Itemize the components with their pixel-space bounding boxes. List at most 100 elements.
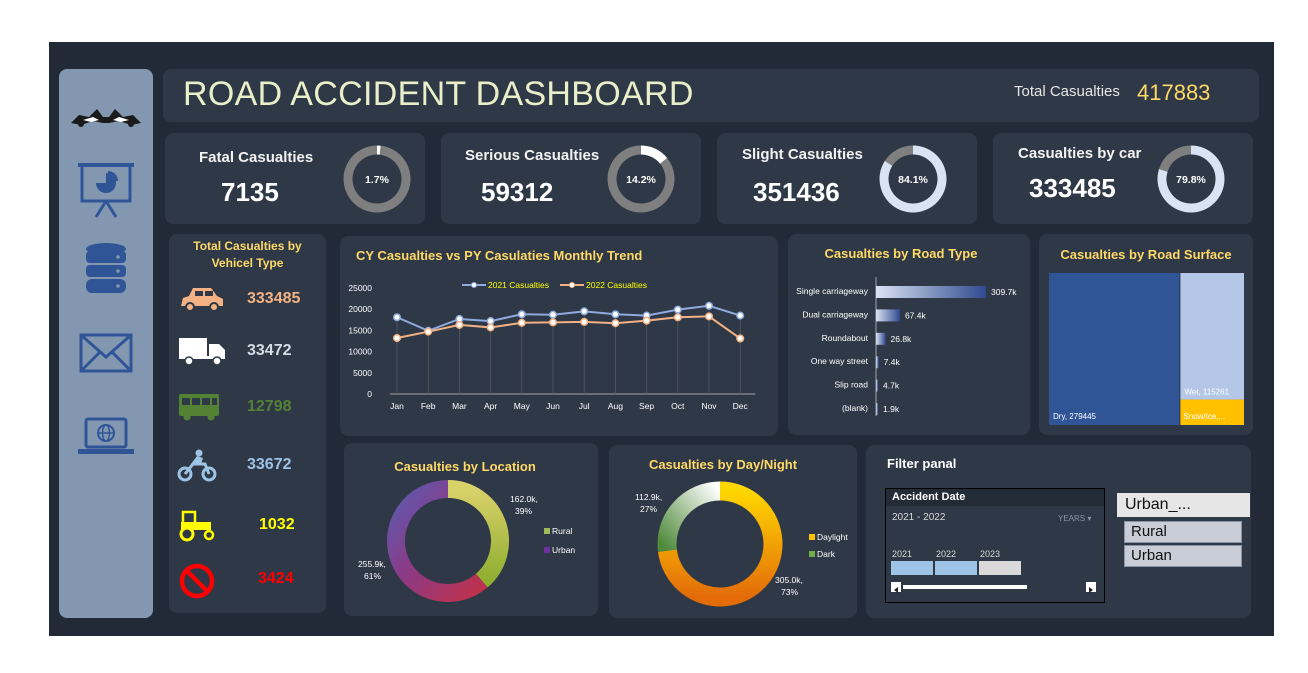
timeline-year-bar-2023[interactable] — [979, 561, 1021, 575]
vehicle-row-car: 333485 — [169, 280, 326, 320]
x-tick-label: May — [514, 401, 531, 411]
vehicle-value: 333485 — [247, 290, 301, 307]
slice-label: 61% — [364, 571, 381, 581]
kpi-donut-label: 14.2% — [626, 174, 656, 186]
road-surface-card: Casualties by Road Surface Dry, 279445 We… — [1039, 234, 1253, 435]
donut-slice-dark — [657, 481, 721, 552]
vehicle-value: 3424 — [258, 570, 294, 587]
kpi-donut: 1.7% — [343, 145, 411, 213]
slice-label: 27% — [640, 504, 657, 514]
kpi-serious-card: Serious Casualties 59312 14.2% — [441, 133, 701, 224]
treemap-cell-dry — [1049, 273, 1180, 425]
data-point — [611, 319, 620, 328]
data-point — [673, 305, 682, 314]
y-tick-label: 25000 — [348, 283, 372, 293]
bar-value-label: 7.4k — [884, 357, 901, 367]
slicer-item-rural[interactable]: Rural — [1124, 521, 1242, 543]
category-label: One way street — [811, 356, 869, 366]
data-point — [392, 313, 402, 322]
page-title: ROAD ACCIDENT DASHBOARD — [183, 75, 694, 113]
x-tick-label: Aug — [608, 401, 623, 411]
kpi-car-card: Casualties by car 333485 79.8% — [993, 133, 1253, 224]
data-point — [548, 310, 558, 319]
x-tick-label: Apr — [484, 401, 497, 411]
bus-icon — [179, 394, 219, 421]
car-icon — [181, 288, 223, 312]
kpi-fatal-card: Fatal Casualties 7135 1.7% — [165, 133, 425, 224]
legend-swatch-dark — [809, 551, 815, 557]
legend-label: Daylight — [817, 532, 848, 542]
kpi-value: 351436 — [753, 177, 840, 207]
x-tick-label: Mar — [452, 401, 467, 411]
database-icon[interactable] — [74, 241, 138, 299]
total-casualties-label: Total Casualties — [1014, 83, 1120, 100]
total-casualties-value: 417883 — [1137, 80, 1211, 105]
kpi-donut: 14.2% — [607, 145, 675, 213]
vehicle-value: 12798 — [247, 398, 292, 415]
timeline-unit: YEARS — [1058, 514, 1086, 523]
kpi-label: Casualties by car — [1018, 145, 1142, 162]
data-point — [517, 318, 526, 327]
scroll-left-button[interactable] — [891, 582, 901, 593]
kpi-donut-share — [640, 145, 668, 164]
legend-label: Urban — [552, 545, 575, 555]
bar — [876, 286, 986, 298]
timeline-unit-dropdown[interactable]: YEARS ▾ — [1058, 514, 1091, 523]
kpi-donut: 79.8% — [1157, 145, 1225, 213]
category-label: Roundabout — [822, 333, 869, 343]
donut-slice-rural — [447, 480, 509, 588]
kpi-label: Serious Casualties — [465, 147, 600, 164]
data-point — [548, 318, 558, 327]
scroll-right-button[interactable] — [1086, 582, 1096, 593]
slicer-item-urban[interactable]: Urban — [1124, 545, 1242, 567]
y-tick-label: 5000 — [353, 368, 372, 378]
data-point — [704, 301, 714, 310]
timeline-year-label: 2021 — [892, 549, 913, 559]
category-label: (blank) — [842, 403, 868, 413]
legend-label: Dark — [817, 549, 836, 559]
y-tick-label: 15000 — [348, 325, 372, 335]
sidebar — [59, 69, 153, 618]
kpi-value: 7135 — [221, 177, 279, 207]
x-tick-label: Jun — [546, 401, 560, 411]
data-point — [517, 310, 526, 319]
timeline-year-label: 2022 — [936, 549, 957, 559]
mail-icon[interactable] — [74, 325, 138, 383]
y-tick-label: 0 — [367, 389, 372, 399]
kpi-donut-label: 79.8% — [1176, 174, 1206, 186]
treemap-cell-wet — [1180, 273, 1244, 400]
laptop-globe-icon[interactable] — [74, 407, 138, 465]
kpi-donut: 84.1% — [879, 145, 947, 213]
x-tick-label: Jan — [390, 401, 404, 411]
vehicle-row-truck: 33472 — [169, 332, 326, 372]
location-card: Casualties by Location 162.0k, 39% 255.9k,… — [344, 443, 598, 616]
treemap-label: Wet, 115261 — [1184, 388, 1229, 397]
data-point — [424, 327, 433, 336]
kpi-donut-label: 1.7% — [365, 174, 390, 186]
kpi-label: Fatal Casualties — [199, 149, 314, 166]
kpi-donut-label: 84.1% — [898, 174, 928, 186]
legend-swatch-daylight — [809, 534, 815, 540]
vehicle-row-bus: 12798 — [169, 388, 326, 428]
date-timeline[interactable]: Accident Date 2021 - 2022 YEARS ▾ 2021 2… — [885, 488, 1105, 603]
presentation-icon[interactable] — [74, 161, 138, 219]
category-label: Slip road — [834, 380, 868, 390]
bar-value-label: 67.4k — [905, 310, 927, 320]
slice-label: 305.0k, — [775, 575, 803, 585]
slice-label: 255.9k, — [358, 559, 386, 569]
bar — [876, 332, 886, 345]
category-label: Dual carriageway — [802, 309, 868, 319]
tractor-icon — [179, 510, 215, 542]
timeline-range: 2021 - 2022 — [892, 512, 946, 523]
timeline-year-bar-2022[interactable] — [935, 561, 977, 575]
data-point — [392, 333, 402, 343]
arrow-right-icon — [1089, 587, 1093, 593]
road-type-card: Casualties by Road Type Single carriagew… — [788, 234, 1030, 435]
timeline-year-bar-2021[interactable] — [891, 561, 933, 575]
vehicle-value: 33672 — [247, 456, 292, 473]
timeline-scrollbar[interactable] — [903, 585, 1027, 589]
vehicle-title-line2: Vehicel Type — [211, 256, 284, 270]
vehicle-value: 1032 — [259, 516, 295, 533]
data-point — [673, 313, 682, 322]
monthly-trend-chart: 0 5000 10000 15000 20000 25000 Jan Feb Mar Apr May… — [348, 280, 756, 411]
